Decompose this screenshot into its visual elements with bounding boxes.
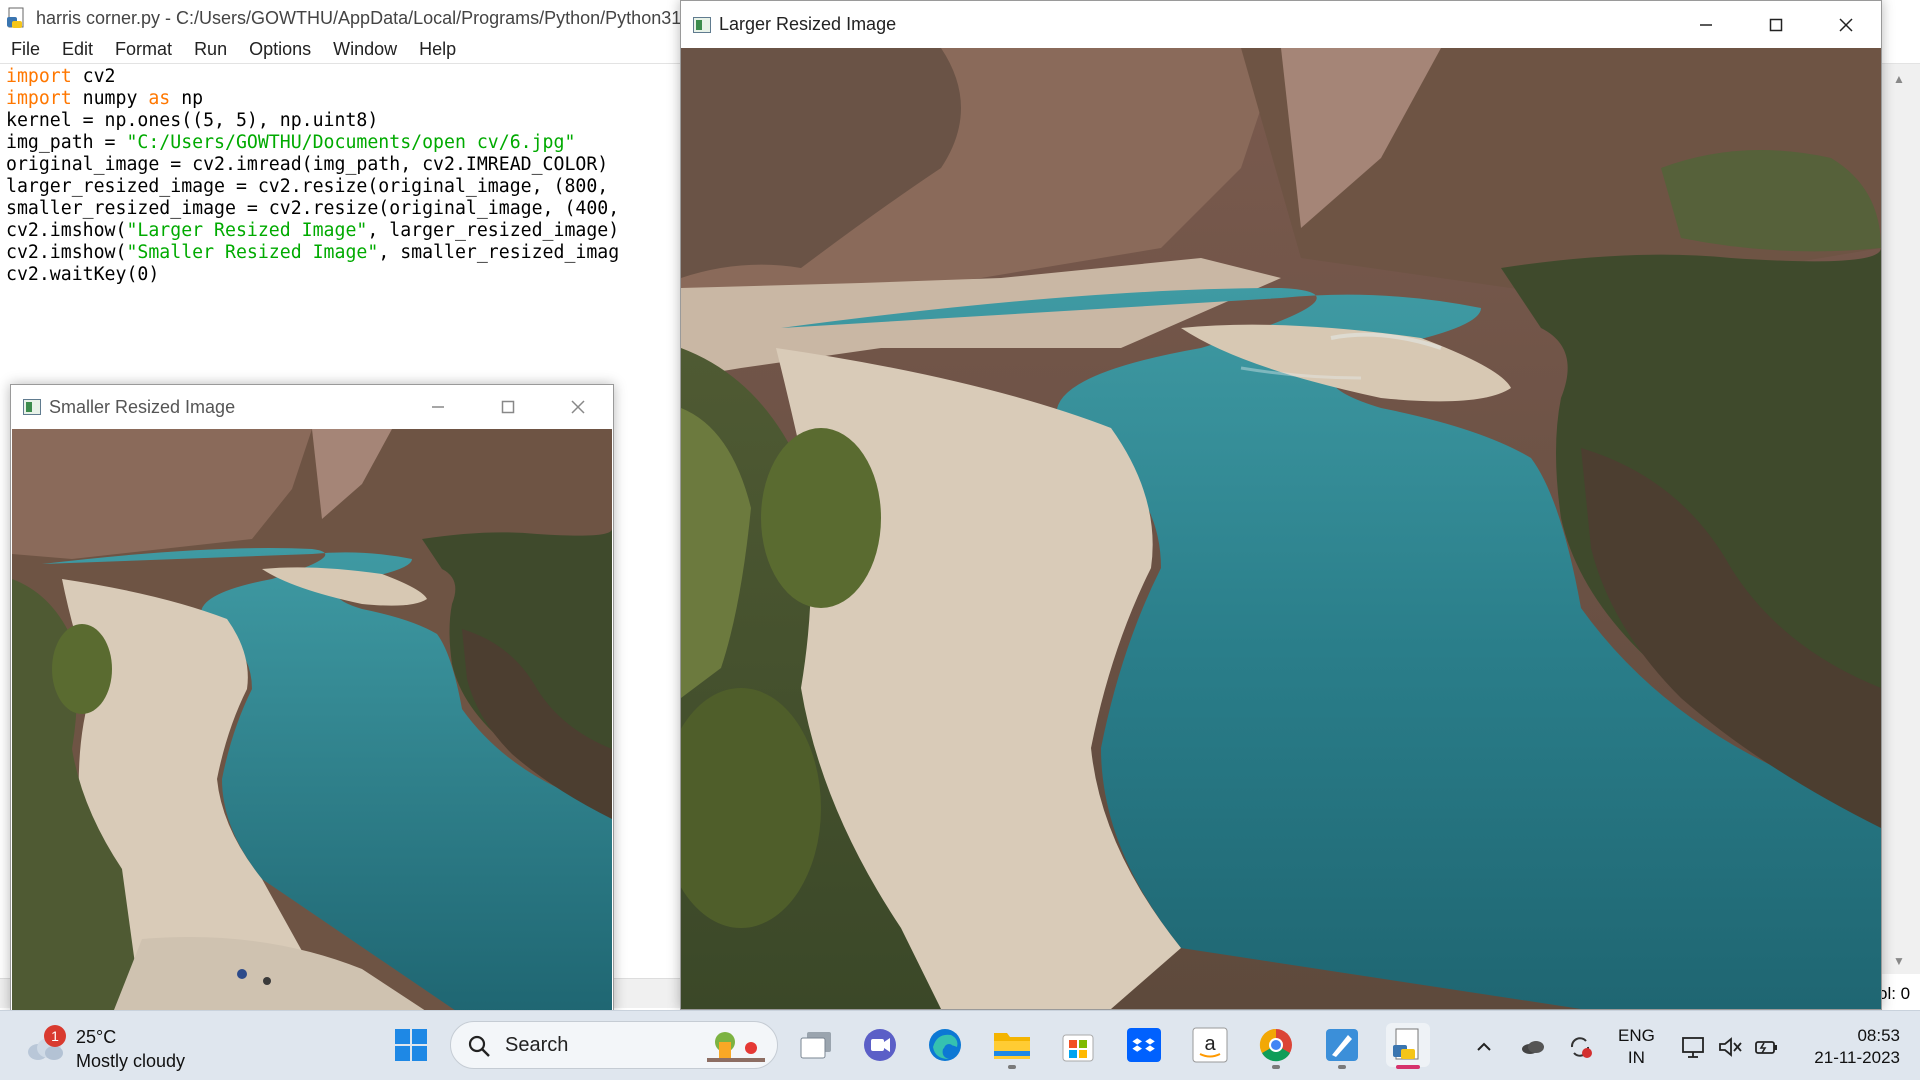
- menu-options[interactable]: Options: [238, 39, 322, 60]
- paint-button[interactable]: [1320, 1023, 1364, 1067]
- river-canyon-image-large: [681, 48, 1881, 1009]
- active-indicator: [1396, 1065, 1420, 1069]
- menu-edit[interactable]: Edit: [51, 39, 104, 60]
- paint-icon: [1326, 1029, 1358, 1061]
- menu-run[interactable]: Run: [183, 39, 238, 60]
- minimize-icon: [1700, 23, 1712, 26]
- clock-time: 08:53: [1857, 1026, 1900, 1045]
- edge-button[interactable]: [923, 1023, 967, 1067]
- menu-help[interactable]: Help: [408, 39, 467, 60]
- store-icon: [1062, 1034, 1094, 1062]
- close-icon: [1839, 17, 1853, 32]
- close-button[interactable]: [1811, 1, 1881, 48]
- store-button[interactable]: [1056, 1023, 1100, 1067]
- idle-button[interactable]: [1386, 1023, 1430, 1067]
- dropbox-icon: [1127, 1028, 1161, 1062]
- code-line: original_image = cv2.imread(img_path, cv…: [6, 154, 609, 175]
- code-line: larger_resized_image = cv2.resize(origin…: [6, 176, 609, 197]
- opencv-window-icon: [23, 399, 41, 415]
- svg-text:a: a: [1204, 1033, 1216, 1055]
- clock-date: 21-11-2023: [1814, 1048, 1900, 1067]
- windows-logo-icon: [395, 1029, 427, 1061]
- code-line: kernel = np.ones((5, 5), np.uint8): [6, 110, 379, 131]
- taskbar-search-box[interactable]: Search: [450, 1021, 778, 1069]
- onedrive-icon[interactable]: [1518, 1033, 1546, 1061]
- search-label: Search: [505, 1034, 569, 1056]
- close-button[interactable]: [543, 385, 613, 429]
- region-code: IN: [1627, 1048, 1645, 1067]
- vertical-scrollbar[interactable]: ▲ ▼: [1880, 64, 1920, 974]
- code-line: cv2.imshow("Smaller Resized Image", smal…: [6, 242, 620, 263]
- minimize-button[interactable]: [403, 385, 473, 429]
- menu-file[interactable]: File: [0, 39, 51, 60]
- amazon-button[interactable]: a: [1188, 1023, 1232, 1067]
- scroll-down-icon[interactable]: ▼: [1893, 954, 1905, 968]
- chrome-icon: [1259, 1028, 1292, 1062]
- running-indicator: [1338, 1065, 1346, 1069]
- idle-icon: [1393, 1028, 1419, 1060]
- maximize-button[interactable]: [473, 385, 543, 429]
- clock[interactable]: 08:53 21-11-2023: [1796, 1025, 1900, 1069]
- river-canyon-image-small: [12, 429, 612, 1015]
- notification-badge: 1: [44, 1025, 66, 1047]
- file-explorer-button[interactable]: [990, 1023, 1034, 1067]
- maximize-button[interactable]: [1741, 1, 1811, 48]
- weather-widget[interactable]: 1 25°C Mostly cloudy: [22, 1021, 202, 1073]
- larger-window-title-bar[interactable]: Larger Resized Image: [681, 1, 1881, 48]
- larger-window-title: Larger Resized Image: [719, 14, 897, 34]
- smaller-window-title-bar[interactable]: Smaller Resized Image: [11, 385, 613, 429]
- minimize-button[interactable]: [1671, 1, 1741, 48]
- speaker-muted-icon[interactable]: [1716, 1033, 1744, 1061]
- code-line: smaller_resized_image = cv2.resize(origi…: [6, 198, 620, 219]
- maximize-icon: [501, 400, 515, 414]
- meet-icon: [864, 1029, 896, 1061]
- close-icon: [571, 400, 585, 414]
- code-line: img_path = "C:/Users/GOWTHU/Documents/op…: [6, 132, 576, 153]
- running-indicator: [1272, 1065, 1280, 1069]
- display-icon[interactable]: [1680, 1033, 1708, 1061]
- menu-window[interactable]: Window: [322, 39, 408, 60]
- code-line: import numpy as np: [6, 88, 204, 109]
- task-view-button[interactable]: [794, 1023, 838, 1067]
- larger-resized-image-window[interactable]: Larger Resized Image: [680, 0, 1882, 1010]
- start-button[interactable]: [389, 1023, 433, 1067]
- chrome-button[interactable]: [1254, 1023, 1298, 1067]
- idle-title-text: harris corner.py - C:/Users/GOWTHU/AppDa…: [36, 7, 692, 28]
- battery-icon[interactable]: [1752, 1033, 1780, 1061]
- cursor-position-status: ol: 0: [1878, 984, 1911, 1003]
- code-line: cv2.waitKey(0): [6, 264, 160, 285]
- scroll-up-icon[interactable]: ▲: [1893, 72, 1905, 86]
- weather-temperature: 25°C: [76, 1027, 117, 1047]
- task-view-icon: [800, 1032, 831, 1059]
- smaller-window-title: Smaller Resized Image: [49, 396, 236, 417]
- search-icon: [468, 1035, 490, 1057]
- language-indicator[interactable]: ENG IN: [1618, 1025, 1655, 1069]
- minimize-icon: [432, 406, 444, 408]
- opencv-window-icon: [693, 16, 711, 33]
- python-file-icon: [6, 7, 28, 29]
- windows-taskbar: 1 25°C Mostly cloudy Search a ENG IN 08:…: [0, 1010, 1920, 1080]
- amazon-icon: a: [1192, 1027, 1228, 1063]
- meet-button[interactable]: [858, 1023, 902, 1067]
- weather-condition: Mostly cloudy: [76, 1051, 186, 1071]
- dropbox-button[interactable]: [1122, 1023, 1166, 1067]
- code-line: cv2.imshow("Larger Resized Image", large…: [6, 220, 620, 241]
- code-line: import cv2: [6, 66, 116, 87]
- chevron-up-icon[interactable]: [1470, 1033, 1498, 1061]
- file-explorer-icon: [994, 1033, 1030, 1059]
- language-code: ENG: [1618, 1026, 1655, 1045]
- menu-format[interactable]: Format: [104, 39, 183, 60]
- code-editor[interactable]: import cv2 import numpy as np kernel = np.…: [6, 66, 676, 286]
- search-highlight-icon: [707, 1032, 765, 1062]
- smaller-resized-image-window[interactable]: Smaller Resized Image: [10, 384, 614, 1015]
- edge-icon: [929, 1029, 961, 1061]
- maximize-icon: [1769, 18, 1783, 31]
- sync-icon[interactable]: [1566, 1033, 1594, 1061]
- running-indicator: [1008, 1065, 1016, 1069]
